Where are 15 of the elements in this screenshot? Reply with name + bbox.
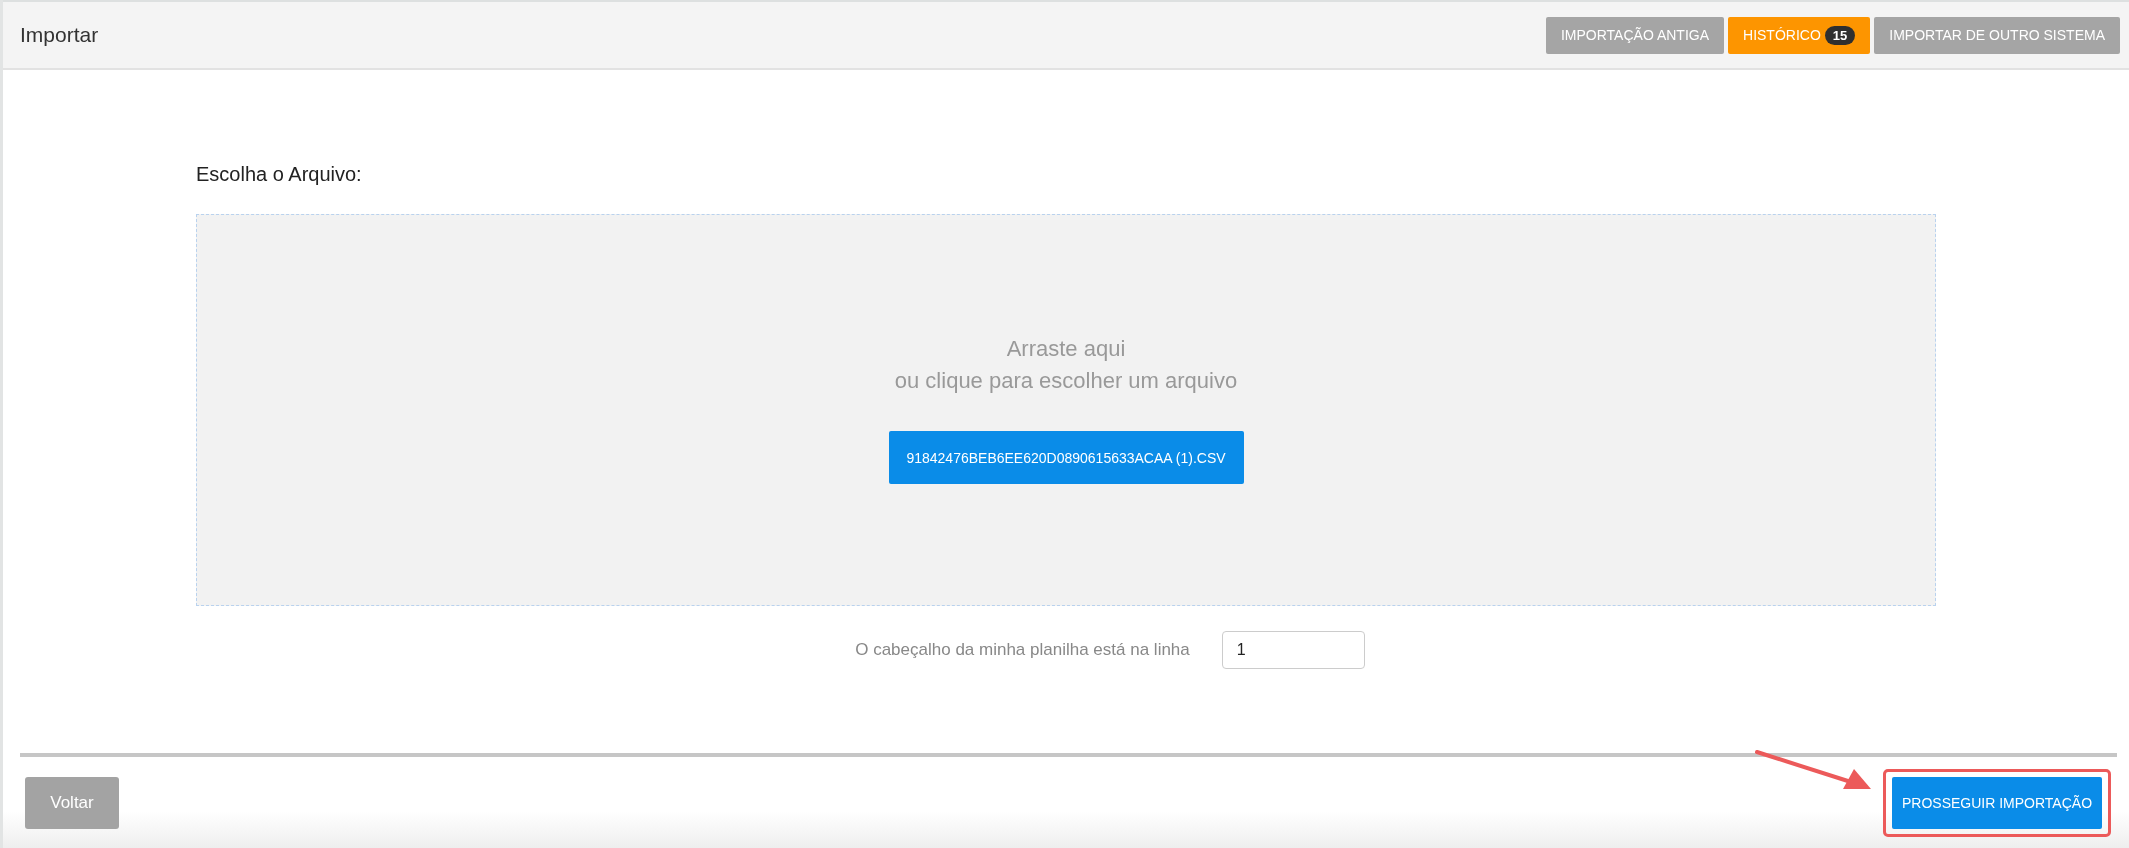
dropzone-text: ou clique para escolher um arquivo [894, 367, 1238, 395]
tab[interactable]: IMPORTAR DE OUTRO SISTEMA [1874, 16, 2120, 54]
tab[interactable]: HISTÓRICO 15 [1728, 16, 1871, 54]
proceed-button[interactable]: PROSSEGUIR IMPORTAÇÃO [1892, 776, 2102, 829]
arrow-icon [1755, 749, 1873, 791]
section-label: Escolha o Arquivo: [196, 163, 363, 186]
tab[interactable]: IMPORTAÇÃO ANTIGA [1545, 16, 1724, 54]
count-badge: 15 [1824, 25, 1856, 45]
dropzone-text: Arraste aqui [1006, 335, 1126, 363]
page-title: Importar [20, 23, 99, 47]
file-dropzone[interactable]: Arraste aqui ou clique para escolher um arquivo 91842476BEB6EE620D0890615633ACAA (1).CSV [196, 214, 1936, 606]
file-button[interactable]: 91842476BEB6EE620D0890615633ACAA (1).CSV [888, 431, 1244, 484]
header-row-input[interactable]: 1 [1221, 631, 1365, 669]
header-row-label: O cabeçalho da minha planilha está na linha [855, 640, 1190, 660]
back-button[interactable]: Voltar [25, 776, 119, 829]
